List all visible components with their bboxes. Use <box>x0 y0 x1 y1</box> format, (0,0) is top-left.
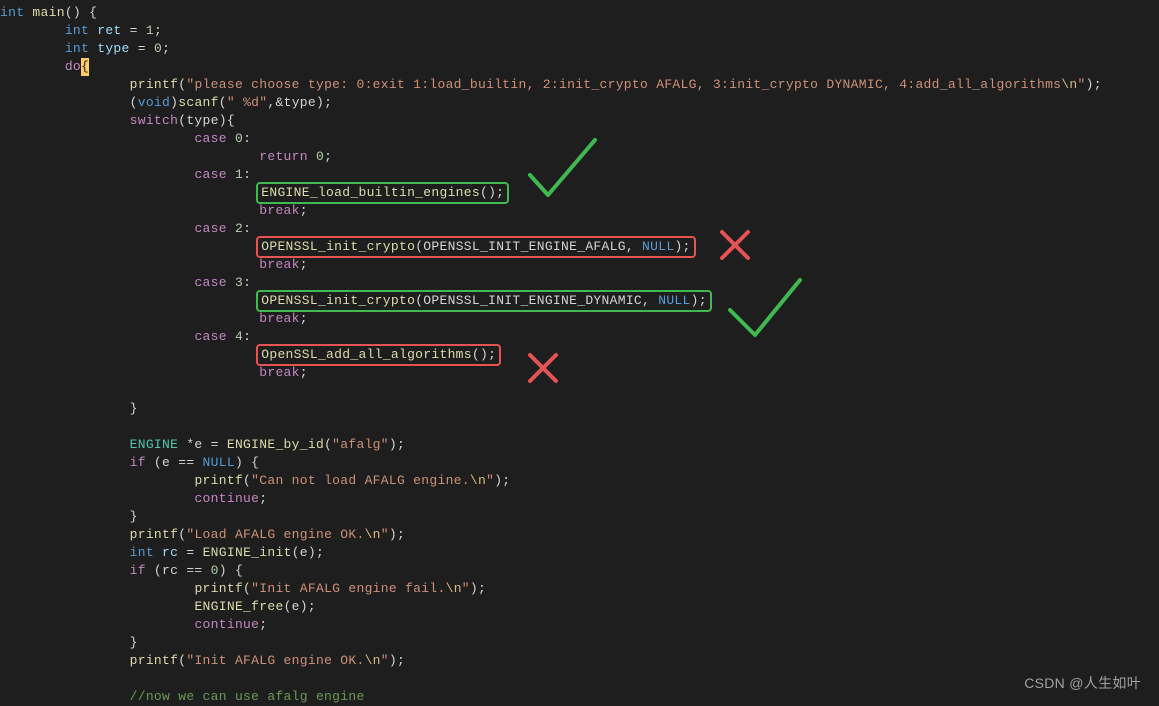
code-line: case 0: <box>0 131 251 146</box>
code-line: break; <box>0 203 308 218</box>
code-line: do{ <box>0 59 89 74</box>
code-line: switch(type){ <box>0 113 235 128</box>
code-line <box>0 419 8 434</box>
code-line: int rc = ENGINE_init(e); <box>0 545 324 560</box>
code-line: continue; <box>0 617 267 632</box>
cursor: { <box>81 58 89 76</box>
code-line: OpenSSL_add_all_algorithms(); <box>0 347 498 362</box>
code-line: printf("please choose type: 0:exit 1:loa… <box>0 77 1102 92</box>
code-line: ENGINE_free(e); <box>0 599 316 614</box>
code-line: break; <box>0 257 308 272</box>
code-line: case 1: <box>0 167 251 182</box>
code-line <box>0 671 8 686</box>
code-line: } <box>0 401 138 416</box>
code-line: //now we can use afalg engine <box>0 689 365 704</box>
code-line: int ret = 1; <box>0 23 162 38</box>
code-line: case 3: <box>0 275 251 290</box>
code-line: OPENSSL_init_crypto(OPENSSL_INIT_ENGINE_… <box>0 239 693 254</box>
watermark-text: CSDN @人生如叶 <box>1024 674 1141 692</box>
highlight-box-green: ENGINE_load_builtin_engines(); <box>256 182 509 204</box>
code-line: case 2: <box>0 221 251 236</box>
code-line: } <box>0 509 138 524</box>
code-line: ENGINE_load_builtin_engines(); <box>0 185 506 200</box>
code-line: if (e == NULL) { <box>0 455 259 470</box>
code-line: ENGINE *e = ENGINE_by_id("afalg"); <box>0 437 405 452</box>
code-line: printf("Can not load AFALG engine.\n"); <box>0 473 510 488</box>
code-line: } <box>0 635 138 650</box>
code-line: (void)scanf(" %d",&type); <box>0 95 332 110</box>
code-line: case 4: <box>0 329 251 344</box>
code-line <box>0 383 8 398</box>
code-line: break; <box>0 365 308 380</box>
code-line: if (rc == 0) { <box>0 563 243 578</box>
highlight-box-red: OpenSSL_add_all_algorithms(); <box>256 344 501 366</box>
code-line: printf("Init AFALG engine fail.\n"); <box>0 581 486 596</box>
code-line: printf("Load AFALG engine OK.\n"); <box>0 527 405 542</box>
code-line: printf("Init AFALG engine OK.\n"); <box>0 653 405 668</box>
code-line: continue; <box>0 491 267 506</box>
code-line: return 0; <box>0 149 332 164</box>
code-line: OPENSSL_init_crypto(OPENSSL_INIT_ENGINE_… <box>0 293 709 308</box>
code-editor[interactable]: int main() { int ret = 1; int type = 0; … <box>0 0 1159 706</box>
code-line: int main() { <box>0 5 97 20</box>
highlight-box-red: OPENSSL_init_crypto(OPENSSL_INIT_ENGINE_… <box>256 236 695 258</box>
highlight-box-green: OPENSSL_init_crypto(OPENSSL_INIT_ENGINE_… <box>256 290 712 312</box>
code-line: break; <box>0 311 308 326</box>
code-line: int type = 0; <box>0 41 170 56</box>
